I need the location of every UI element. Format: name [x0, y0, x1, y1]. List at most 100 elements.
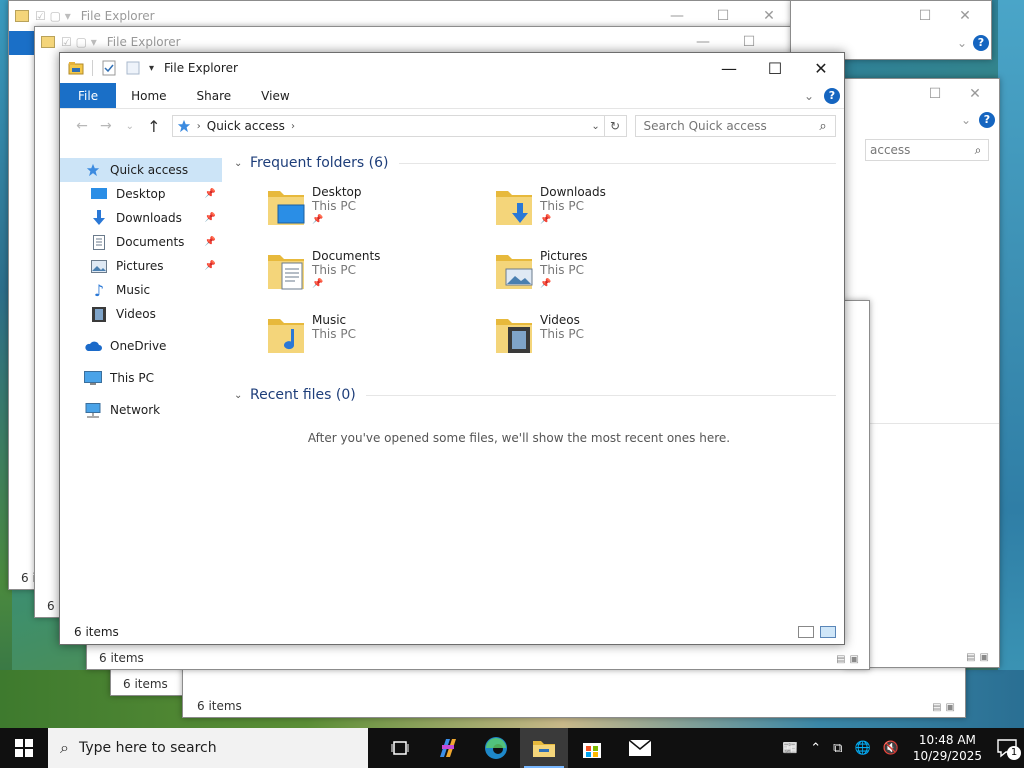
tab-share[interactable]: Share — [182, 83, 247, 108]
recent-files-header[interactable]: ⌄ Recent files (0) — [234, 383, 844, 407]
customize-toolbar-icon[interactable]: ▾ — [149, 63, 154, 74]
search-box[interactable]: ⌕ — [634, 115, 837, 137]
chevron-down-icon[interactable]: ⌄ — [961, 113, 971, 127]
folder-name: Downloads — [540, 185, 606, 199]
forward-button[interactable]: → — [94, 118, 118, 134]
minimize-icon[interactable]: — — [680, 34, 726, 50]
breadcrumb-quick-access[interactable]: Quick access — [207, 119, 285, 133]
tab-home[interactable]: Home — [116, 83, 181, 108]
expand-ribbon-icon[interactable]: ⌄ — [804, 89, 814, 103]
tab-file[interactable]: File — [60, 83, 117, 108]
view-toggle-icons[interactable]: ▤▣ — [836, 654, 863, 665]
nav-label: Desktop — [116, 187, 166, 201]
taskbar-search-box[interactable]: ⌕ Type here to search — [48, 728, 368, 768]
clock[interactable]: 10:48 AM 10/29/2025 — [905, 732, 990, 764]
mail-app[interactable] — [616, 728, 664, 768]
section-title: Frequent folders (6) — [250, 155, 389, 171]
close-icon[interactable]: ✕ — [945, 8, 985, 24]
back-button[interactable]: ← — [70, 118, 94, 134]
nav-network[interactable]: Network — [60, 398, 222, 422]
volume-muted-icon[interactable]: 🔇 — [877, 741, 905, 756]
maximize-icon[interactable]: ☐ — [700, 8, 746, 24]
folder-location: This PC — [540, 263, 584, 277]
music-folder-icon — [268, 319, 304, 353]
pin-icon[interactable]: 📌 — [205, 189, 216, 199]
store-app[interactable] — [568, 728, 616, 768]
close-icon[interactable]: ✕ — [955, 86, 995, 102]
properties-icon[interactable] — [101, 60, 117, 76]
search-icon: ⌕ — [60, 738, 69, 757]
folder-tile-videos[interactable]: Videos This PC — [494, 307, 722, 371]
help-icon[interactable]: ? — [973, 35, 989, 51]
nav-videos[interactable]: Videos — [60, 302, 222, 326]
close-button[interactable]: ✕ — [798, 53, 844, 83]
maximize-button[interactable]: ☐ — [752, 53, 798, 83]
details-view-icon[interactable] — [798, 626, 814, 638]
nav-music[interactable]: ♪ Music — [60, 278, 222, 302]
maximize-icon[interactable]: ☐ — [905, 8, 945, 24]
background-status-text: 6 items — [99, 651, 144, 665]
up-button[interactable]: ↑ — [142, 117, 166, 136]
notification-center-button[interactable]: 1 — [990, 738, 1024, 760]
network-icon[interactable]: 🌐 — [848, 741, 876, 756]
collapse-icon: ⌄ — [234, 157, 243, 169]
tab-view[interactable]: View — [246, 83, 304, 108]
frequent-folders-header[interactable]: ⌄ Frequent folders (6) — [234, 151, 844, 175]
help-icon[interactable]: ? — [979, 112, 995, 128]
pin-icon[interactable]: 📌 — [205, 213, 216, 223]
windows-logo-icon — [15, 739, 33, 757]
view-toggle-icons[interactable]: ▤▣ — [966, 652, 993, 663]
desktop-wallpaper-right — [998, 0, 1024, 728]
recent-locations-button[interactable]: ⌄ — [118, 121, 142, 132]
chevron-right-icon[interactable]: › — [291, 121, 295, 132]
task-view-button[interactable] — [376, 728, 424, 768]
minimize-icon[interactable]: — — [654, 8, 700, 24]
device-icon[interactable]: ⧉ — [827, 741, 848, 756]
copilot-app[interactable] — [424, 728, 472, 768]
cloud-icon — [85, 341, 102, 351]
folder-tile-downloads[interactable]: Downloads This PC 📌 — [494, 179, 722, 243]
chevron-right-icon[interactable]: › — [197, 121, 201, 132]
nav-documents[interactable]: Documents 📌 — [60, 230, 222, 254]
new-folder-icon[interactable] — [125, 60, 141, 76]
chevron-down-icon[interactable]: ⌄ — [588, 121, 604, 132]
folder-tile-desktop[interactable]: Desktop This PC 📌 — [266, 179, 494, 243]
file-explorer-window[interactable]: ▾ File Explorer — ☐ ✕ File Home Share Vi… — [59, 52, 845, 645]
search-input[interactable] — [643, 119, 812, 133]
section-title: Recent files (0) — [250, 387, 356, 403]
refresh-icon: ↻ — [610, 119, 621, 133]
pin-icon[interactable]: 📌 — [205, 237, 216, 247]
nav-label: Videos — [116, 307, 156, 321]
view-toggle-icons[interactable]: ▤▣ — [932, 702, 959, 713]
folder-tile-documents[interactable]: Documents This PC 📌 — [266, 243, 494, 307]
nav-downloads[interactable]: Downloads 📌 — [60, 206, 222, 230]
file-explorer-app[interactable] — [520, 728, 568, 768]
news-widget-icon[interactable]: 📰 — [776, 741, 804, 756]
show-hidden-icons-icon[interactable]: ⌃ — [804, 741, 827, 756]
nav-quick-access[interactable]: Quick access — [60, 158, 222, 182]
folder-tile-pictures[interactable]: Pictures This PC 📌 — [494, 243, 722, 307]
close-icon[interactable]: ✕ — [746, 8, 792, 24]
background-window-title: File Explorer — [106, 35, 181, 49]
maximize-icon[interactable]: ☐ — [726, 34, 772, 50]
nav-this-pc[interactable]: This PC — [60, 366, 222, 390]
pin-icon[interactable]: 📌 — [205, 261, 216, 271]
nav-label: Documents — [116, 235, 185, 249]
nav-pictures[interactable]: Pictures 📌 — [60, 254, 222, 278]
nav-onedrive[interactable]: OneDrive — [60, 334, 222, 358]
background-window-3[interactable]: ☐ ✕ ⌄ ? — [790, 0, 992, 60]
large-icons-view-icon[interactable] — [820, 626, 836, 638]
help-icon[interactable]: ? — [824, 87, 840, 104]
background-search-input[interactable]: access ⌕ — [865, 139, 989, 161]
folder-tile-music[interactable]: Music This PC — [266, 307, 494, 371]
folder-name: Documents — [312, 249, 381, 263]
nav-desktop[interactable]: Desktop 📌 — [60, 182, 222, 206]
minimize-button[interactable]: — — [706, 53, 752, 83]
edge-app[interactable] — [472, 728, 520, 768]
address-bar[interactable]: › Quick access › ⌄ — [171, 115, 605, 137]
title-bar[interactable]: ▾ File Explorer — ☐ ✕ — [60, 53, 844, 83]
start-button[interactable] — [0, 728, 48, 768]
chevron-down-icon[interactable]: ⌄ — [957, 36, 967, 50]
maximize-icon[interactable]: ☐ — [915, 86, 955, 102]
refresh-button[interactable]: ↻ — [604, 115, 627, 137]
